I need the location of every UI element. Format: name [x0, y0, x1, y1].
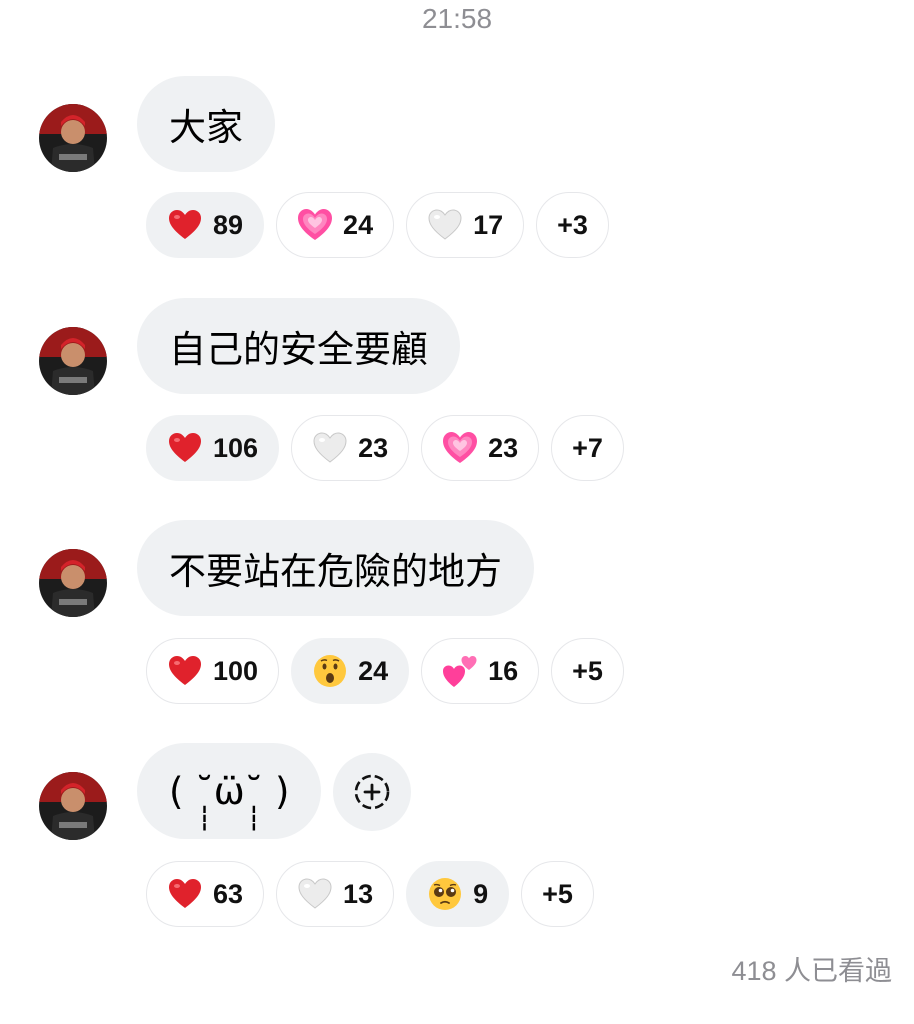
more-reactions-count: +7 — [572, 432, 603, 463]
reaction-pill[interactable]: 16 — [421, 638, 540, 704]
more-reactions-count: +5 — [542, 878, 573, 909]
message-text: 自己的安全要顧 — [169, 328, 428, 371]
reaction-pill[interactable]: 100 — [146, 638, 280, 704]
reaction-count: 24 — [358, 655, 389, 686]
red-heart-icon — [169, 433, 201, 462]
pleading-face-icon — [429, 878, 462, 910]
reaction-pill[interactable]: 13 — [276, 861, 395, 927]
message-text: ( ˘̩̩̩ω̈˘̩̩̩ ) — [169, 769, 290, 813]
avatar[interactable] — [39, 104, 107, 172]
more-reactions-count: +5 — [572, 655, 603, 686]
white-heart-icon — [428, 209, 462, 240]
growing-heart-icon — [298, 209, 333, 240]
reaction-bar: 89 24 17 +3 — [146, 192, 609, 258]
more-reactions-pill[interactable]: +3 — [536, 192, 609, 258]
message-text: 大家 — [169, 106, 243, 149]
white-heart-icon — [298, 878, 332, 909]
avatar[interactable] — [39, 549, 107, 617]
reaction-pill[interactable]: 23 — [291, 415, 410, 481]
red-heart-icon — [169, 656, 201, 685]
reaction-count: 17 — [473, 209, 504, 240]
reaction-pill[interactable]: 24 — [276, 192, 395, 258]
reaction-pill[interactable]: 63 — [146, 861, 265, 927]
reaction-count: 89 — [213, 209, 244, 240]
surprised-face-icon — [314, 655, 347, 687]
reaction-count: 63 — [213, 878, 244, 909]
reaction-pill[interactable]: 17 — [406, 192, 525, 258]
reaction-count: 23 — [488, 432, 519, 463]
reaction-pill[interactable]: 106 — [146, 415, 280, 481]
more-reactions-pill[interactable]: +7 — [551, 415, 624, 481]
timestamp: 21:58 — [421, 3, 493, 34]
add-reaction-icon — [354, 774, 390, 810]
reaction-count: 100 — [213, 655, 259, 686]
reaction-bar: 63 13 9 +5 — [146, 861, 594, 927]
growing-heart-icon — [443, 432, 478, 463]
seen-count: 418 人已看過 — [731, 956, 892, 986]
reaction-count: 16 — [488, 655, 519, 686]
message-bubble[interactable]: 不要站在危險的地方 — [137, 520, 534, 616]
red-heart-icon — [169, 879, 201, 908]
message-bubble[interactable]: 自己的安全要顧 — [137, 298, 460, 394]
reaction-bar: 100 24 16 +5 — [146, 638, 624, 704]
reaction-count: 106 — [213, 432, 259, 463]
reaction-pill[interactable]: 89 — [146, 192, 265, 258]
reaction-count: 9 — [473, 878, 489, 909]
message-text: 不要站在危險的地方 — [169, 550, 502, 593]
reaction-count: 13 — [343, 878, 374, 909]
red-heart-icon — [169, 210, 201, 239]
avatar[interactable] — [39, 327, 107, 395]
add-reaction-button[interactable] — [333, 753, 411, 831]
reaction-pill[interactable]: 9 — [406, 861, 510, 927]
reaction-pill[interactable]: 23 — [421, 415, 540, 481]
more-reactions-pill[interactable]: +5 — [521, 861, 594, 927]
reaction-pill[interactable]: 24 — [291, 638, 410, 704]
reaction-count: 23 — [358, 432, 389, 463]
more-reactions-pill[interactable]: +5 — [551, 638, 624, 704]
reaction-bar: 106 23 23 +7 — [146, 415, 624, 481]
avatar[interactable] — [39, 772, 107, 840]
more-reactions-count: +3 — [557, 209, 588, 240]
reaction-count: 24 — [343, 209, 374, 240]
two-hearts-icon — [443, 656, 477, 687]
message-bubble[interactable]: ( ˘̩̩̩ω̈˘̩̩̩ ) — [137, 743, 322, 839]
white-heart-icon — [313, 432, 347, 463]
message-bubble[interactable]: 大家 — [137, 76, 275, 172]
